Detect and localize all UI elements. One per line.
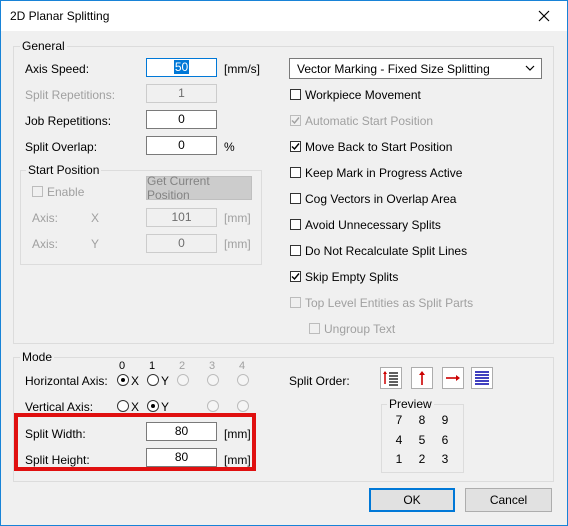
split-overlap-unit: % bbox=[224, 140, 235, 154]
option-checkbox-9[interactable] bbox=[309, 323, 320, 334]
horizontal-axis-x-radio[interactable] bbox=[117, 374, 129, 386]
axis-number-4: 4 bbox=[238, 360, 246, 372]
option-checkbox-1[interactable] bbox=[290, 115, 301, 126]
axis-x-unit: [mm] bbox=[224, 211, 251, 225]
general-group-label: General bbox=[20, 39, 67, 53]
chevron-down-icon bbox=[525, 65, 535, 71]
option-label-5: Avoid Unnecessary Splits bbox=[305, 218, 441, 232]
checkmark-icon bbox=[291, 273, 300, 281]
preview-cell: 5 bbox=[418, 433, 426, 447]
close-button[interactable] bbox=[521, 1, 567, 31]
preview-cell: 3 bbox=[441, 452, 449, 466]
axis-number-3: 3 bbox=[208, 360, 216, 372]
option-checkbox-6[interactable] bbox=[290, 245, 301, 256]
horizontal-axis-4-radio[interactable] bbox=[237, 374, 249, 386]
option-checkbox-5[interactable] bbox=[290, 219, 301, 230]
preview-label: Preview bbox=[387, 397, 434, 411]
option-label-3: Keep Mark in Progress Active bbox=[305, 166, 463, 180]
axis-x-name: X bbox=[91, 211, 100, 225]
split-repetitions-input[interactable]: 1 bbox=[146, 84, 217, 103]
close-icon bbox=[538, 10, 550, 22]
split-size-highlight bbox=[14, 413, 256, 471]
marking-mode-value: Vector Marking - Fixed Size Splitting bbox=[297, 62, 490, 76]
horizontal-axis-label: Horizontal Axis: bbox=[25, 374, 108, 388]
vertical-axis-label: Vertical Axis: bbox=[25, 400, 94, 414]
horizontal-axis-x-label: X bbox=[131, 374, 140, 388]
option-checkbox-2[interactable] bbox=[290, 141, 301, 152]
option-label-8: Top Level Entities as Split Parts bbox=[305, 296, 474, 310]
split-overlap-label: Split Overlap: bbox=[25, 140, 98, 154]
arrow-right-icon bbox=[446, 375, 460, 381]
preview-cell: 7 bbox=[395, 413, 403, 427]
vertical-axis-x-label: X bbox=[131, 400, 140, 414]
preview-cell: 6 bbox=[441, 433, 449, 447]
horizontal-axis-y-radio[interactable] bbox=[147, 374, 159, 386]
job-repetitions-input[interactable]: 0 bbox=[146, 110, 217, 129]
preview-cell: 9 bbox=[441, 413, 449, 427]
horizontal-axis-3-radio[interactable] bbox=[207, 374, 219, 386]
ok-button[interactable]: OK bbox=[369, 488, 455, 512]
split-order-up-button[interactable] bbox=[411, 367, 433, 389]
get-current-position-button[interactable]: Get Current Position bbox=[146, 174, 252, 202]
vertical-axis-y-radio[interactable] bbox=[147, 400, 159, 412]
horizontal-lines-icon bbox=[475, 371, 489, 385]
split-order-right-button[interactable] bbox=[442, 367, 464, 389]
axis-x-label: Axis: bbox=[32, 211, 59, 225]
marking-mode-select[interactable]: Vector Marking - Fixed Size Splitting bbox=[289, 58, 542, 79]
horizontal-axis-2-radio[interactable] bbox=[177, 374, 189, 386]
preview-cell: 4 bbox=[395, 433, 403, 447]
option-checkbox-3[interactable] bbox=[290, 167, 301, 178]
split-order-vertical-stack-button[interactable] bbox=[380, 367, 402, 389]
arrow-up-icon bbox=[419, 371, 425, 385]
option-label-1: Automatic Start Position bbox=[305, 114, 434, 128]
dialog-window: 2D Planar Splitting General Axis Speed: … bbox=[0, 0, 568, 526]
job-repetitions-label: Job Repetitions: bbox=[25, 114, 112, 128]
axis-speed-label: Axis Speed: bbox=[25, 62, 90, 76]
checkmark-icon bbox=[291, 143, 300, 151]
preview-cell: 8 bbox=[418, 413, 426, 427]
cancel-button[interactable]: Cancel bbox=[465, 488, 552, 512]
axis-x-input[interactable]: 101 bbox=[146, 208, 217, 227]
split-order-label: Split Order: bbox=[289, 374, 350, 388]
option-checkbox-7[interactable] bbox=[290, 271, 301, 282]
preview-cell: 1 bbox=[395, 452, 403, 466]
axis-speed-unit: [mm/s] bbox=[224, 62, 260, 76]
enable-checkbox[interactable] bbox=[32, 186, 43, 197]
mode-group-label: Mode bbox=[20, 350, 55, 364]
vertical-axis-x-radio[interactable] bbox=[117, 400, 129, 412]
option-checkbox-8[interactable] bbox=[290, 297, 301, 308]
option-label-6: Do Not Recalculate Split Lines bbox=[305, 244, 468, 258]
horizontal-axis-y-label: Y bbox=[161, 374, 170, 388]
axis-y-unit: [mm] bbox=[224, 237, 251, 251]
axis-y-name: Y bbox=[91, 237, 100, 251]
vertical-axis-y-label: Y bbox=[161, 400, 170, 414]
preview-cell: 2 bbox=[418, 452, 426, 466]
option-checkbox-0[interactable] bbox=[290, 89, 301, 100]
vertical-axis-4-radio[interactable] bbox=[237, 400, 249, 412]
split-repetitions-label: Split Repetitions: bbox=[25, 88, 116, 102]
title-bar: 2D Planar Splitting bbox=[1, 1, 567, 31]
split-overlap-input[interactable]: 0 bbox=[146, 136, 217, 155]
option-label-0: Workpiece Movement bbox=[305, 88, 421, 102]
option-checkbox-4[interactable] bbox=[290, 193, 301, 204]
axis-y-label: Axis: bbox=[32, 237, 59, 251]
axis-number-2: 2 bbox=[178, 360, 186, 372]
axis-number-0: 0 bbox=[118, 360, 126, 372]
split-order-horizontal-lines-button[interactable] bbox=[471, 367, 493, 389]
option-label-2: Move Back to Start Position bbox=[305, 140, 453, 154]
checkmark-icon bbox=[291, 117, 300, 125]
axis-speed-input[interactable]: 50 bbox=[146, 58, 217, 77]
start-position-group-label: Start Position bbox=[26, 163, 102, 177]
vertical-axis-3-radio[interactable] bbox=[207, 400, 219, 412]
axis-speed-value: 50 bbox=[173, 60, 190, 74]
vertical-stack-arrow-icon bbox=[383, 371, 398, 386]
option-label-9: Ungroup Text bbox=[324, 322, 396, 336]
window-title: 2D Planar Splitting bbox=[10, 9, 110, 23]
axis-y-input[interactable]: 0 bbox=[146, 234, 217, 253]
axis-number-1: 1 bbox=[148, 360, 156, 372]
option-label-7: Skip Empty Splits bbox=[305, 270, 399, 284]
enable-label: Enable bbox=[47, 185, 85, 199]
option-label-4: Cog Vectors in Overlap Area bbox=[305, 192, 457, 206]
